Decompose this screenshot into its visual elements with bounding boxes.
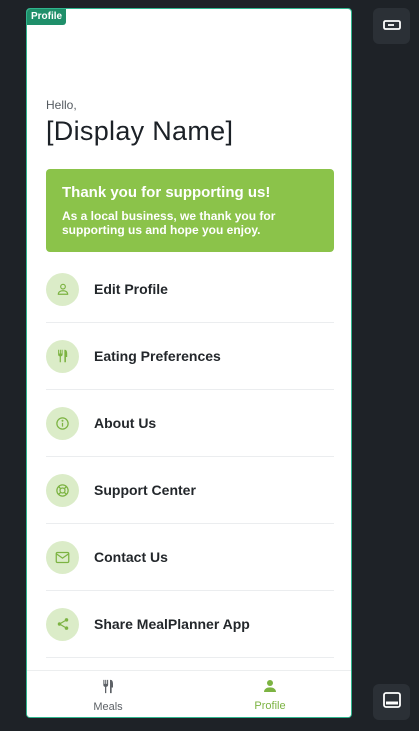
share-icon (46, 607, 79, 641)
rectangle-toggle-icon (382, 17, 401, 35)
person-icon (262, 678, 278, 699)
menu-item-label: Edit Profile (94, 281, 168, 297)
tab-meals[interactable]: Meals (27, 671, 189, 717)
menu-item-label: Eating Preferences (94, 348, 221, 364)
canvas: Profile Hello, [Display Name] Thank you … (0, 0, 419, 731)
menu-item-contact-us[interactable]: Contact Us (46, 524, 334, 591)
support-banner: Thank you for supporting us! As a local … (46, 169, 334, 252)
phone-frame: Profile Hello, [Display Name] Thank you … (26, 8, 352, 718)
toggle-frame-button[interactable] (373, 8, 410, 44)
display-name: [Display Name] (46, 116, 234, 146)
menu-item-label: About Us (94, 415, 157, 431)
panel-bottom-icon (382, 691, 401, 713)
fork-knife-icon (100, 678, 116, 700)
lifebuoy-icon (46, 473, 79, 507)
info-icon (46, 406, 79, 440)
menu-item-share-app[interactable]: Share MealPlanner App (46, 591, 334, 658)
tab-label: Meals (93, 700, 123, 713)
bottom-nav: Meals Profile (27, 670, 351, 717)
tab-label: Profile (254, 700, 286, 712)
person-icon (46, 272, 79, 306)
bottom-panel-button[interactable] (373, 684, 410, 720)
fork-knife-icon (46, 339, 79, 373)
greeting-text: Hello, (46, 98, 77, 112)
menu-item-label: Support Center (94, 482, 196, 498)
menu-item-eating-preferences[interactable]: Eating Preferences (46, 323, 334, 390)
menu-item-about-us[interactable]: About Us (46, 390, 334, 457)
frame-tag: Profile (27, 9, 67, 25)
banner-text: As a local business, we thank you for su… (62, 209, 276, 237)
tab-profile[interactable]: Profile (189, 671, 351, 717)
menu-item-edit-profile[interactable]: Edit Profile (46, 256, 334, 323)
mail-icon (46, 540, 79, 574)
profile-menu: Edit Profile Eating Preferences About Us… (46, 256, 334, 658)
menu-item-label: Contact Us (94, 549, 168, 565)
menu-item-label: Share MealPlanner App (94, 616, 250, 632)
menu-item-support-center[interactable]: Support Center (46, 457, 334, 524)
banner-title: Thank you for supporting us! (62, 184, 271, 201)
